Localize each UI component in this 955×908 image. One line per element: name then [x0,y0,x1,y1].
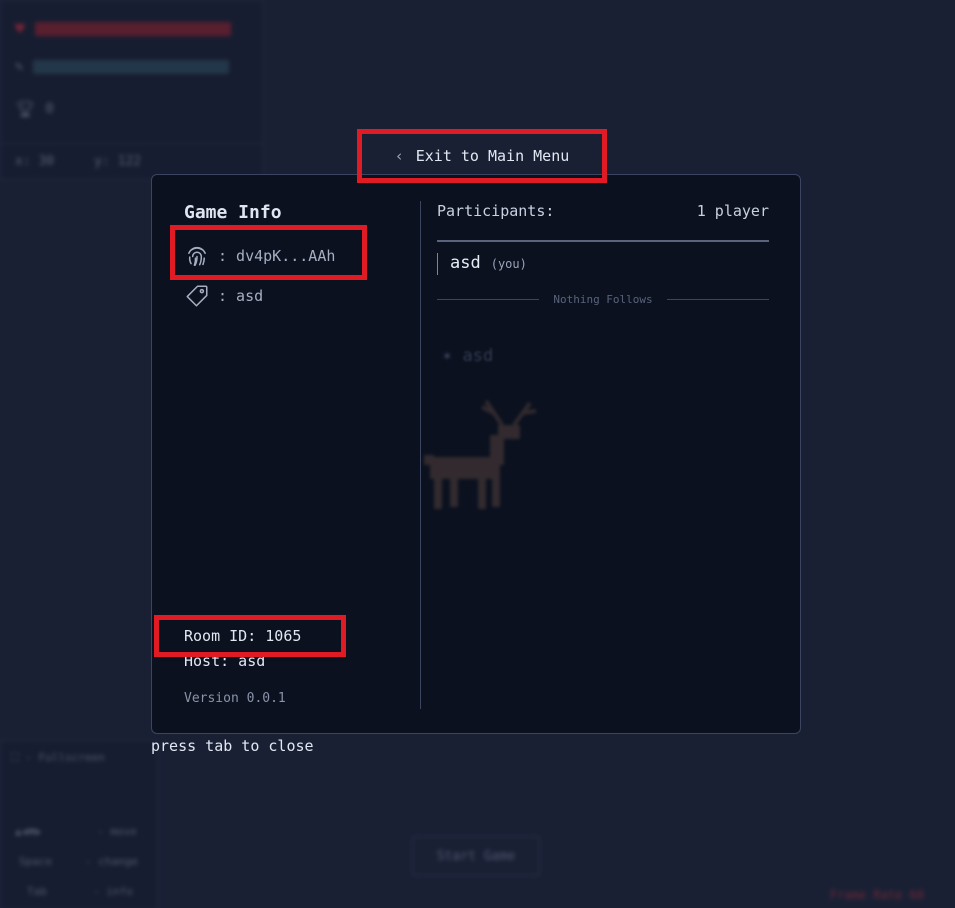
fullscreen-label: - Fullscreen [25,751,105,764]
health-bar [34,21,231,36]
tag-row: : asd [184,283,263,309]
fingerprint-icon [184,243,210,269]
participants-count: 1 player [696,202,769,220]
stamina-row: ✎ [15,59,230,75]
stamina-bar [33,60,230,74]
fingerprint-row: : dv4pK...AAh [184,243,335,269]
trophy-count: 0 [45,100,54,117]
tag-value: : asd [218,287,264,305]
chevron-left-icon: ‹ [394,147,404,165]
close-hint: press tab to close [151,737,314,755]
player-name: asd [450,253,481,273]
coord-y: y: 122 [94,154,142,169]
space-key: Space [19,855,53,868]
deer-sprite [424,399,537,509]
divider-line [666,299,769,300]
fullscreen-hint: ⛶ - Fullscreen [11,751,105,765]
version: Version 0.0.1 [184,691,286,706]
participants-underline [437,240,769,242]
game-info-panel: Game Info : dv4pK...AAh: asd Room ID: 1… [152,175,420,733]
room-id: Room ID: 1065 [184,627,302,645]
fps-counter: Frame Rate 60 [830,888,924,902]
fingerprint-value: : dv4pK...AAh [218,247,336,265]
tab-key: Tab [27,885,47,898]
game-screen: ♥ ✎ 🏆︎ 0 x: 30 y: 122 ⛶ - Fullscreen ▲◀▼… [0,0,955,908]
stats-panel: ♥ ✎ 🏆︎ 0 x: 30 y: 122 [0,0,264,180]
nothing-follows-label: Nothing Follows [553,293,653,306]
change-label: - change [85,855,138,868]
fullscreen-icon: ⛶ [11,751,19,764]
trophy-icon: 🏆︎ [15,99,36,118]
arrow-keys-icon: ▲◀▼▶ [15,825,42,838]
player-you-tag: (you) [490,257,527,271]
controls-panel: ⛶ - Fullscreen ▲◀▼▶ - move Space - chang… [0,740,158,908]
divider-line [437,299,540,300]
info-label: - info [93,885,133,898]
participants-heading: Participants: [437,202,555,220]
heart-icon: ♥ [15,19,25,38]
host: Host: asd [184,652,266,670]
participants-header: Participants: 1 player [437,202,769,220]
health-row: ♥ [15,19,231,38]
trophy-row: 🏆︎ 0 [15,99,54,118]
list-item: asd (you) [437,253,527,275]
pencil-icon: ✎ [15,59,24,75]
tag-icon [184,283,210,309]
game-info-title: Game Info [184,202,282,223]
coord-x: x: 30 [15,154,55,169]
ghost-player-label: ✶ asd [442,346,494,366]
exit-label: Exit to Main Menu [415,147,570,165]
start-game-button[interactable]: Start Game [412,836,540,876]
end-of-list: Nothing Follows [437,293,769,306]
move-label: - move [97,825,137,838]
